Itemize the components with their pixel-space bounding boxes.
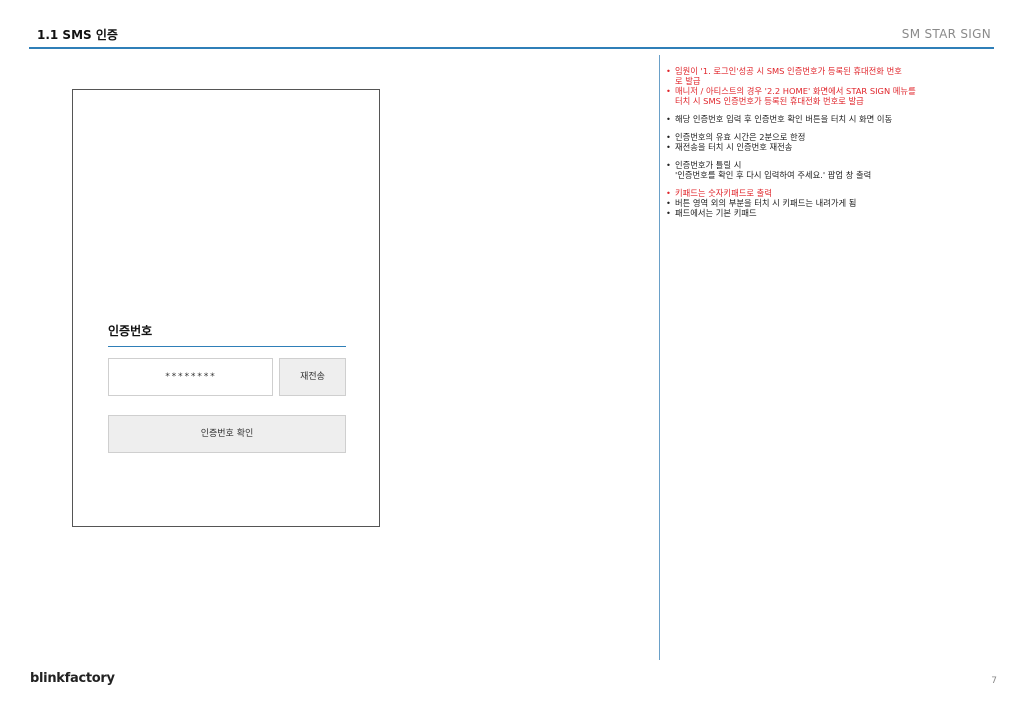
label-underline	[108, 346, 346, 347]
note-group: • 해당 인증번호 입력 후 인증번호 확인 버튼을 터치 시 화면 이동	[666, 114, 998, 124]
note-text: 해당 인증번호 입력 후 인증번호 확인 버튼을 터치 시 화면 이동	[675, 114, 893, 124]
bullet-icon	[666, 170, 675, 180]
note-text: 임원이 '1. 로그인'성공 시 SMS 인증번호가 등록된 휴대전화 번호	[675, 66, 902, 76]
note-line: • 패드에서는 기본 키패드	[666, 208, 998, 218]
brand-label: SM STAR SIGN	[901, 27, 991, 41]
bullet-icon: •	[666, 132, 671, 142]
note-group: • 인증번호의 유효 시간은 2분으로 한정 • 재전송을 터치 시 인증번호 재전송	[666, 132, 998, 152]
bullet-icon: •	[666, 208, 671, 218]
bullet-icon: •	[666, 86, 671, 96]
note-group: • 키패드는 숫자키패드로 출력 • 버튼 영역 외의 부분을 터치 시 키패드는 내…	[666, 188, 998, 218]
spec-notes: • 임원이 '1. 로그인'성공 시 SMS 인증번호가 등록된 휴대전화 번호 로…	[666, 66, 998, 226]
note-line: • 인증번호의 유효 시간은 2분으로 한정	[666, 132, 998, 142]
note-text: 버튼 영역 외의 부분을 터치 시 키패드는 내려가게 됨	[675, 198, 857, 208]
bullet-icon: •	[666, 160, 671, 170]
note-line: • 매니저 / 아티스트의 경우 '2.2 HOME' 화면에서 STAR SIG…	[666, 86, 998, 96]
company-logo: blinkfactory	[30, 671, 115, 686]
note-line: • 키패드는 숫자키패드로 출력	[666, 188, 998, 198]
verification-code-label: 인증번호	[108, 324, 153, 338]
bullet-icon: •	[666, 66, 671, 76]
bullet-icon	[666, 96, 675, 106]
note-text: 키패드는 숫자키패드로 출력	[675, 188, 772, 198]
bullet-icon	[666, 76, 675, 86]
note-line: • 해당 인증번호 입력 후 인증번호 확인 버튼을 터치 시 화면 이동	[666, 114, 998, 124]
note-line: • 재전송을 터치 시 인증번호 재전송	[666, 142, 998, 152]
phone-screen-mockup: 인증번호 ******** 재전송 인증번호 확인	[72, 89, 380, 527]
verification-code-input[interactable]: ********	[108, 358, 273, 396]
confirm-code-button[interactable]: 인증번호 확인	[108, 415, 346, 453]
note-text: '인증번호를 확인 후 다시 입력하여 주세요.' 팝업 창 출력	[675, 170, 872, 180]
bullet-icon: •	[666, 114, 671, 124]
page-number: 7	[991, 676, 997, 686]
note-group: • 임원이 '1. 로그인'성공 시 SMS 인증번호가 등록된 휴대전화 번호 로…	[666, 66, 998, 106]
page-title: 1.1 SMS 인증	[37, 28, 118, 42]
note-group: • 인증번호가 틀릴 시 '인증번호를 확인 후 다시 입력하여 주세요.' 팝업 …	[666, 160, 998, 180]
resend-button[interactable]: 재전송	[279, 358, 346, 396]
note-text: 패드에서는 기본 키패드	[675, 208, 757, 218]
note-line: • 인증번호가 틀릴 시	[666, 160, 998, 170]
note-text: 매니저 / 아티스트의 경우 '2.2 HOME' 화면에서 STAR SIGN…	[675, 86, 916, 96]
vertical-divider	[659, 55, 660, 660]
note-text: 로 발급	[675, 76, 701, 86]
bullet-icon: •	[666, 198, 671, 208]
note-line: • 임원이 '1. 로그인'성공 시 SMS 인증번호가 등록된 휴대전화 번호	[666, 66, 998, 76]
bullet-icon: •	[666, 188, 671, 198]
note-line: • 버튼 영역 외의 부분을 터치 시 키패드는 내려가게 됨	[666, 198, 998, 208]
bullet-icon: •	[666, 142, 671, 152]
note-text: 인증번호가 틀릴 시	[675, 160, 742, 170]
note-text: 인증번호의 유효 시간은 2분으로 한정	[675, 132, 806, 142]
note-line: 터치 시 SMS 인증번호가 등록된 휴대전화 번호로 발급	[666, 96, 998, 106]
note-line: '인증번호를 확인 후 다시 입력하여 주세요.' 팝업 창 출력	[666, 170, 998, 180]
note-line: 로 발급	[666, 76, 998, 86]
header-divider	[29, 47, 994, 49]
note-text: 터치 시 SMS 인증번호가 등록된 휴대전화 번호로 발급	[675, 96, 864, 106]
note-text: 재전송을 터치 시 인증번호 재전송	[675, 142, 793, 152]
